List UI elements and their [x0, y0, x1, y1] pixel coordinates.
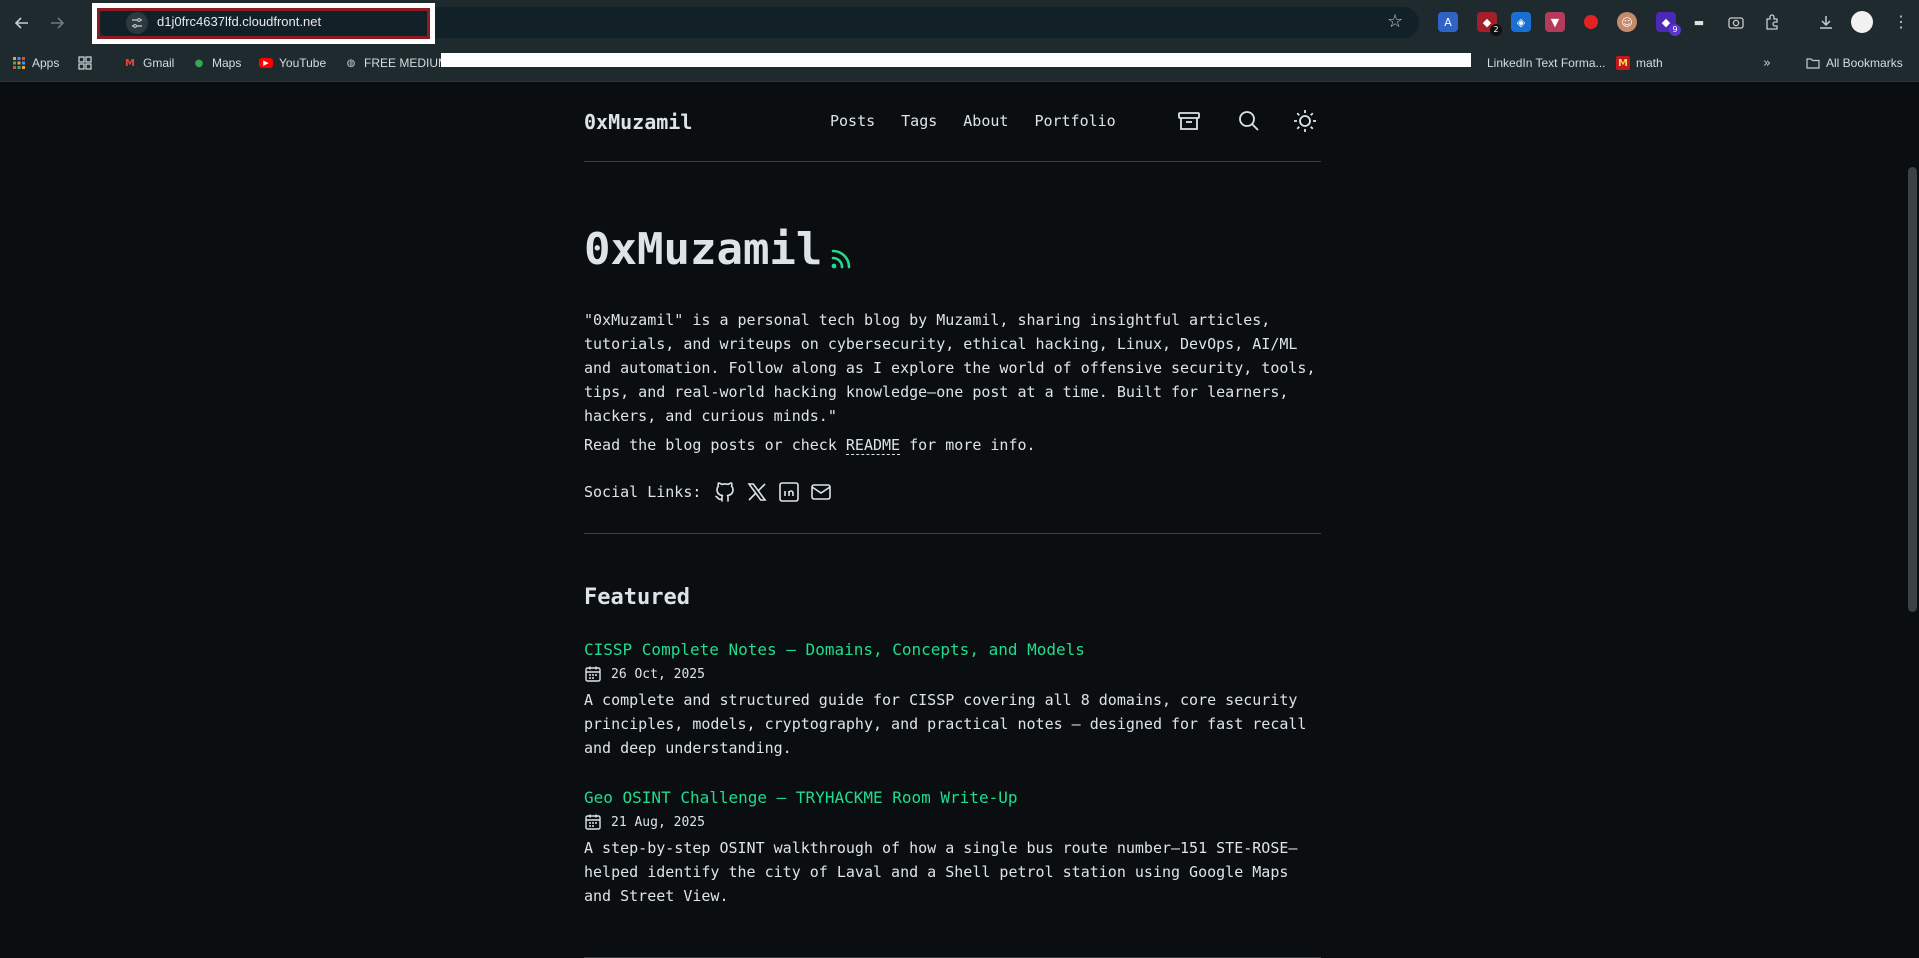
- section-divider: [584, 533, 1321, 534]
- site-info-button[interactable]: [126, 12, 148, 34]
- linkedin-icon[interactable]: [777, 480, 801, 504]
- bookmark-maps-label: Maps: [212, 56, 242, 70]
- post-date: 26 Oct, 2025: [584, 665, 1321, 683]
- download-icon[interactable]: [1816, 12, 1836, 32]
- rss-icon[interactable]: [828, 246, 854, 272]
- bookmark-apps[interactable]: Apps: [12, 56, 59, 70]
- arrow-right-icon: [51, 17, 65, 29]
- nav-portfolio[interactable]: Portfolio: [1034, 112, 1115, 130]
- back-button[interactable]: [8, 9, 36, 37]
- readme-suffix: for more info.: [900, 436, 1036, 454]
- chevron-double-right-icon: »: [1763, 55, 1771, 71]
- hero-title: 0xMuzamil: [584, 224, 823, 275]
- globe-icon: ◍: [346, 57, 356, 69]
- nav-about[interactable]: About: [963, 112, 1008, 130]
- post-date-text: 21 Aug, 2025: [611, 814, 705, 830]
- readme-line: Read the blog posts or check README for …: [584, 436, 1036, 455]
- extension-shield-icon[interactable]: A: [1438, 12, 1458, 32]
- bookmarks-overflow-button[interactable]: »: [1760, 55, 1774, 71]
- extension-camera-icon[interactable]: [1726, 12, 1746, 32]
- menu-icon[interactable]: ⋮: [1893, 12, 1909, 32]
- readme-link[interactable]: README: [845, 436, 901, 455]
- featured-post: Geo OSINT Challenge – TRYHACKME Room Wri…: [584, 788, 1321, 908]
- web-page: 0xMuzamil Posts Tags About Portfolio 0xM…: [0, 82, 1919, 958]
- post-title-link[interactable]: Geo OSINT Challenge – TRYHACKME Room Wri…: [584, 788, 1321, 807]
- social-label: Social Links:: [584, 483, 702, 501]
- apps-grid-icon: [13, 57, 25, 69]
- bookmark-free-medium-label: FREE MEDIUM: [364, 56, 448, 70]
- bookmark-gmail-label: Gmail: [143, 56, 175, 70]
- extension-badge: 9: [1669, 24, 1681, 36]
- bookmark-free-medium[interactable]: ◍ FREE MEDIUM: [344, 56, 448, 70]
- site-header: 0xMuzamil Posts Tags About Portfolio: [584, 82, 1321, 162]
- bookmark-linkedin[interactable]: LinkedIn Text Forma...: [1467, 56, 1606, 70]
- intro-paragraph: "0xMuzamil" is a personal tech blog by M…: [584, 311, 1316, 425]
- calendar-icon: [585, 814, 601, 830]
- site-logo[interactable]: 0xMuzamil: [584, 110, 692, 134]
- gmail-icon: M: [125, 57, 135, 69]
- nav-posts[interactable]: Posts: [830, 112, 875, 130]
- extension-3-icon[interactable]: ◈: [1511, 12, 1531, 32]
- search-icon[interactable]: [1236, 108, 1262, 134]
- browser-toolbar: d1j0frc4637lfd.cloudfront.net ☆ A ◆ 2 ◈ ▼…: [0, 0, 1919, 46]
- nav-tags[interactable]: Tags: [901, 112, 937, 130]
- bookmark-gmail[interactable]: M Gmail: [123, 56, 174, 70]
- featured-post: CISSP Complete Notes – Domains, Concepts…: [584, 640, 1321, 760]
- tune-icon: [132, 18, 142, 28]
- github-icon[interactable]: [713, 480, 737, 504]
- bookmark-star-icon[interactable]: ☆: [1387, 11, 1403, 32]
- url-text[interactable]: d1j0frc4637lfd.cloudfront.net: [157, 14, 321, 29]
- bookmark-linkedin-label: LinkedIn Text Forma...: [1487, 56, 1606, 70]
- bookmark-tab-groups[interactable]: [78, 56, 92, 70]
- extension-hat-icon[interactable]: ▬: [1689, 12, 1709, 32]
- archive-icon[interactable]: [1176, 108, 1202, 134]
- all-bookmarks-label: All Bookmarks: [1826, 56, 1903, 70]
- sun-theme-icon[interactable]: [1292, 108, 1318, 134]
- main-nav: Posts Tags About Portfolio: [830, 112, 1116, 130]
- post-date-text: 26 Oct, 2025: [611, 666, 705, 682]
- extension-4-icon[interactable]: ▼: [1545, 12, 1565, 32]
- arrow-left-icon: [14, 17, 28, 29]
- post-date: 21 Aug, 2025: [584, 813, 1321, 831]
- x-twitter-icon[interactable]: [745, 480, 769, 504]
- extension-badge: 2: [1490, 24, 1502, 36]
- extension-9-icon[interactable]: ◆ 9: [1656, 12, 1681, 36]
- social-links: Social Links:: [584, 480, 833, 504]
- bookmark-math[interactable]: M math: [1616, 56, 1663, 70]
- extension-record-icon[interactable]: [1581, 12, 1601, 32]
- folder-icon: [1806, 58, 1820, 69]
- mail-icon[interactable]: [809, 480, 833, 504]
- extension-face-icon[interactable]: ☺: [1617, 12, 1637, 32]
- post-description: A step-by-step OSINT walkthrough of how …: [584, 839, 1298, 905]
- youtube-icon: ▶: [259, 58, 273, 68]
- calendar-icon: [585, 666, 601, 682]
- math-icon: M: [1616, 56, 1630, 70]
- readme-prefix: Read the blog posts or check: [584, 436, 846, 454]
- all-bookmarks[interactable]: All Bookmarks: [1806, 56, 1903, 70]
- bookmark-maps[interactable]: ● Maps: [192, 56, 242, 70]
- bookmark-youtube[interactable]: ▶ YouTube: [259, 56, 326, 70]
- extensions-puzzle-icon[interactable]: [1762, 12, 1782, 32]
- bookmark-apps-label: Apps: [32, 56, 60, 70]
- post-description: A complete and structured guide for CISS…: [584, 691, 1307, 757]
- post-title-link[interactable]: CISSP Complete Notes – Domains, Concepts…: [584, 640, 1321, 659]
- forward-button[interactable]: [43, 9, 71, 37]
- profile-avatar[interactable]: [1851, 11, 1873, 33]
- maps-pin-icon: ●: [194, 57, 204, 69]
- extension-2-icon[interactable]: ◆ 2: [1477, 12, 1502, 36]
- featured-heading: Featured: [584, 585, 690, 610]
- grid-icon: [78, 56, 92, 70]
- bookmark-math-label: math: [1636, 56, 1663, 70]
- redacted-bookmarks: [441, 53, 1471, 67]
- bookmark-youtube-label: YouTube: [279, 56, 327, 70]
- page-scrollbar[interactable]: [1908, 167, 1917, 612]
